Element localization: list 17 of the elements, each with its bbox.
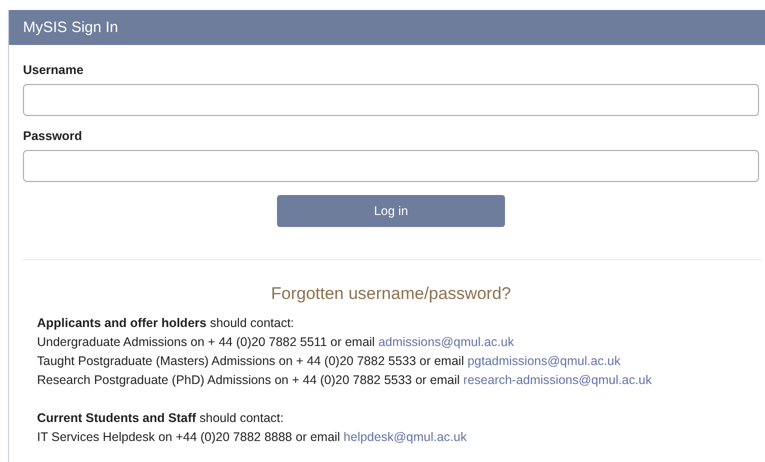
field-label: Password xyxy=(23,129,84,143)
contact-line: Taught Postgraduate (Masters) Admissions on + 44 (0)20 7882 5533 or email pgtadmissions@qmul.ac.uk xyxy=(37,353,620,370)
contact-heading: Current Students and Staff should contact: xyxy=(37,410,284,427)
contact-line: IT Services Helpdesk on +44 (0)20 7882 8888 or email helpdesk@qmul.ac.uk xyxy=(37,429,467,446)
email-link[interactable]: pgtadmissions@qmul.ac.uk xyxy=(467,354,620,368)
contact-line: Undergraduate Admissions on + 44 (0)20 7882 5511 or email admissions@qmul.ac.uk xyxy=(37,334,514,351)
email-link[interactable]: admissions@qmul.ac.uk xyxy=(378,335,514,349)
input-field[interactable] xyxy=(23,84,759,116)
contact-line: Research Postgraduate (PhD) Admissions on + 44 (0)20 7882 5533 or email research-admissions@qmul.ac.uk xyxy=(37,372,652,389)
email-link[interactable]: research-admissions@qmul.ac.uk xyxy=(463,373,652,387)
contact-heading: Applicants and offer holders should contact: xyxy=(37,315,294,332)
field-label: Username xyxy=(23,63,84,77)
help-heading: Forgotten username/password? xyxy=(270,284,512,304)
panel-title: MySIS Sign In xyxy=(23,19,118,36)
input-field[interactable] xyxy=(23,150,759,182)
email-link[interactable]: helpdesk@qmul.ac.uk xyxy=(344,430,467,444)
login-button[interactable]: Log in xyxy=(277,195,505,227)
